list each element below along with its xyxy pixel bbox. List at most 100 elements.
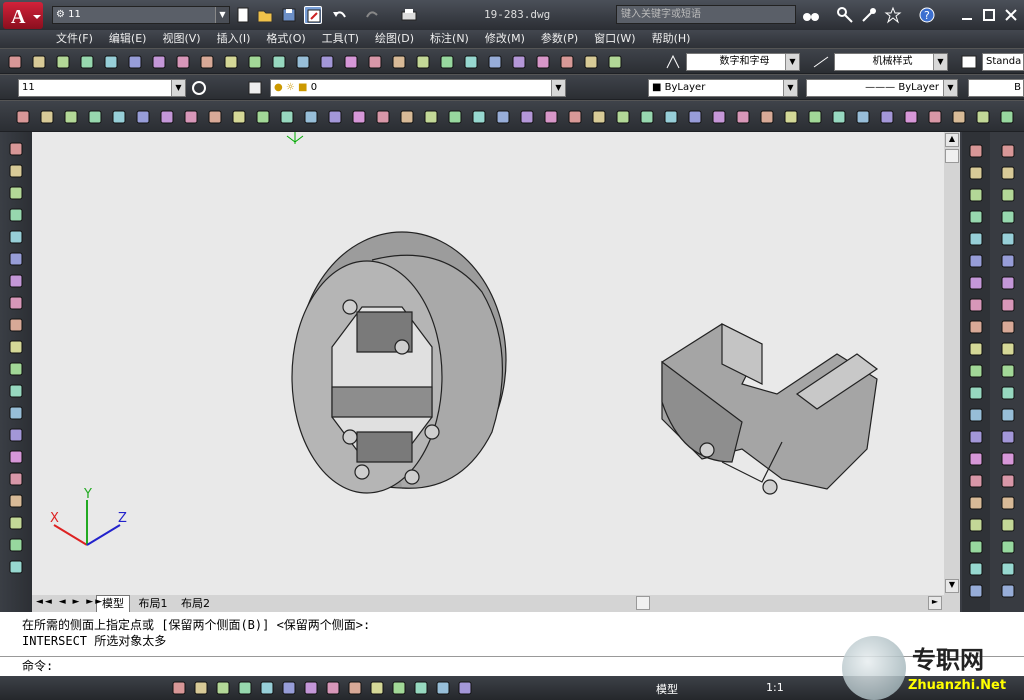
standard-tool-23-icon[interactable]	[558, 53, 576, 71]
modeling-tool-22-icon[interactable]	[542, 108, 560, 126]
scroll-down-button[interactable]: ▼	[945, 579, 959, 593]
table-style-icon[interactable]	[960, 53, 978, 71]
modify-tool-11-icon[interactable]	[999, 384, 1017, 402]
draw-tool-8-icon[interactable]	[7, 316, 25, 334]
modeling-tool-27-icon[interactable]	[662, 108, 680, 126]
modeling-tool-15-icon[interactable]	[374, 108, 392, 126]
modeling-tool-2-icon[interactable]	[62, 108, 80, 126]
modify-tool-18-icon[interactable]	[999, 538, 1017, 556]
modeling-tool-41-icon[interactable]	[998, 108, 1016, 126]
status-toggle-12-icon[interactable]	[434, 679, 452, 697]
draw-tool-3-icon[interactable]	[7, 206, 25, 224]
modify-tool-16-icon[interactable]	[999, 494, 1017, 512]
vertical-scrollbar[interactable]: ▲ ▼	[944, 132, 960, 595]
solid-edit-tool-10-icon[interactable]	[967, 362, 985, 380]
standard-tool-24-icon[interactable]	[582, 53, 600, 71]
modify-tool-4-icon[interactable]	[999, 230, 1017, 248]
standard-tool-9-icon[interactable]	[222, 53, 240, 71]
modeling-tool-28-icon[interactable]	[686, 108, 704, 126]
restore-icon[interactable]	[980, 6, 998, 24]
modify-tool-12-icon[interactable]	[999, 406, 1017, 424]
solid-edit-tool-3-icon[interactable]	[967, 208, 985, 226]
drawing-canvas[interactable]: X Y Z	[32, 132, 944, 595]
modeling-tool-25-icon[interactable]	[614, 108, 632, 126]
dim-style-combo[interactable]: 机械样式 ▼	[834, 53, 948, 71]
modeling-tool-17-icon[interactable]	[422, 108, 440, 126]
solid-edit-tool-6-icon[interactable]	[967, 274, 985, 292]
lineweight-combo[interactable]: B	[968, 79, 1024, 97]
modeling-tool-34-icon[interactable]	[830, 108, 848, 126]
star-icon[interactable]	[884, 6, 902, 24]
modeling-tool-6-icon[interactable]	[158, 108, 176, 126]
dim-style-icon[interactable]	[812, 53, 830, 71]
modify-tool-14-icon[interactable]	[999, 450, 1017, 468]
standard-tool-1-icon[interactable]	[30, 53, 48, 71]
modeling-tool-10-icon[interactable]	[254, 108, 272, 126]
draw-tool-15-icon[interactable]	[7, 470, 25, 488]
save-as-icon[interactable]	[304, 6, 322, 24]
modify-tool-8-icon[interactable]	[999, 318, 1017, 336]
modify-tool-20-icon[interactable]	[999, 582, 1017, 600]
modeling-tool-23-icon[interactable]	[566, 108, 584, 126]
solid-edit-tool-16-icon[interactable]	[967, 494, 985, 512]
solid-edit-tool-8-icon[interactable]	[967, 318, 985, 336]
standard-tool-11-icon[interactable]	[270, 53, 288, 71]
solid-edit-tool-19-icon[interactable]	[967, 560, 985, 578]
modeling-tool-19-icon[interactable]	[470, 108, 488, 126]
modeling-tool-3-icon[interactable]	[86, 108, 104, 126]
modeling-tool-24-icon[interactable]	[590, 108, 608, 126]
modify-tool-0-icon[interactable]	[999, 142, 1017, 160]
modify-tool-6-icon[interactable]	[999, 274, 1017, 292]
plot-icon[interactable]	[400, 6, 418, 24]
standard-tool-6-icon[interactable]	[150, 53, 168, 71]
scroll-thumb[interactable]	[945, 149, 959, 163]
standard-tool-19-icon[interactable]	[462, 53, 480, 71]
menu-item-0[interactable]: 文件(F)	[48, 30, 101, 48]
status-toggle-4-icon[interactable]	[258, 679, 276, 697]
modeling-tool-5-icon[interactable]	[134, 108, 152, 126]
status-toggle-8-icon[interactable]	[346, 679, 364, 697]
new-file-icon[interactable]	[234, 6, 252, 24]
menu-item-10[interactable]: 窗口(W)	[586, 30, 643, 48]
linetype-combo[interactable]: ——— ByLayer ▼	[806, 79, 958, 97]
solid-edit-tool-1-icon[interactable]	[967, 164, 985, 182]
modeling-tool-38-icon[interactable]	[926, 108, 944, 126]
tab-layout2[interactable]: 布局2	[176, 596, 215, 612]
menu-item-1[interactable]: 编辑(E)	[101, 30, 155, 48]
solid-edit-tool-13-icon[interactable]	[967, 428, 985, 446]
menu-item-8[interactable]: 修改(M)	[477, 30, 533, 48]
solid-edit-tool-4-icon[interactable]	[967, 230, 985, 248]
draw-tool-13-icon[interactable]	[7, 426, 25, 444]
status-toggle-10-icon[interactable]	[390, 679, 408, 697]
modeling-tool-31-icon[interactable]	[758, 108, 776, 126]
modify-tool-9-icon[interactable]	[999, 340, 1017, 358]
draw-tool-11-icon[interactable]	[7, 382, 25, 400]
standard-tool-15-icon[interactable]	[366, 53, 384, 71]
draw-tool-10-icon[interactable]	[7, 360, 25, 378]
modeling-tool-40-icon[interactable]	[974, 108, 992, 126]
menu-item-4[interactable]: 格式(O)	[258, 30, 313, 48]
standard-tool-14-icon[interactable]	[342, 53, 360, 71]
standard-tool-17-icon[interactable]	[414, 53, 432, 71]
draw-tool-14-icon[interactable]	[7, 448, 25, 466]
open-folder-icon[interactable]	[256, 6, 274, 24]
status-toggle-1-icon[interactable]	[192, 679, 210, 697]
modeling-tool-14-icon[interactable]	[350, 108, 368, 126]
help-icon[interactable]: ?	[918, 6, 936, 24]
modeling-tool-35-icon[interactable]	[854, 108, 872, 126]
tab-layout1[interactable]: 布局1	[134, 596, 173, 612]
solid-edit-tool-2-icon[interactable]	[967, 186, 985, 204]
model-space-label[interactable]: 模型	[656, 681, 678, 697]
modeling-tool-20-icon[interactable]	[494, 108, 512, 126]
standard-tool-25-icon[interactable]	[606, 53, 624, 71]
standard-tool-10-icon[interactable]	[246, 53, 264, 71]
status-toggle-0-icon[interactable]	[170, 679, 188, 697]
status-toggle-13-icon[interactable]	[456, 679, 474, 697]
save-icon[interactable]	[280, 6, 298, 24]
status-toggle-11-icon[interactable]	[412, 679, 430, 697]
modeling-tool-9-icon[interactable]	[230, 108, 248, 126]
modify-tool-7-icon[interactable]	[999, 296, 1017, 314]
standard-tool-0-icon[interactable]	[6, 53, 24, 71]
standard-tool-22-icon[interactable]	[534, 53, 552, 71]
solid-edit-tool-12-icon[interactable]	[967, 406, 985, 424]
